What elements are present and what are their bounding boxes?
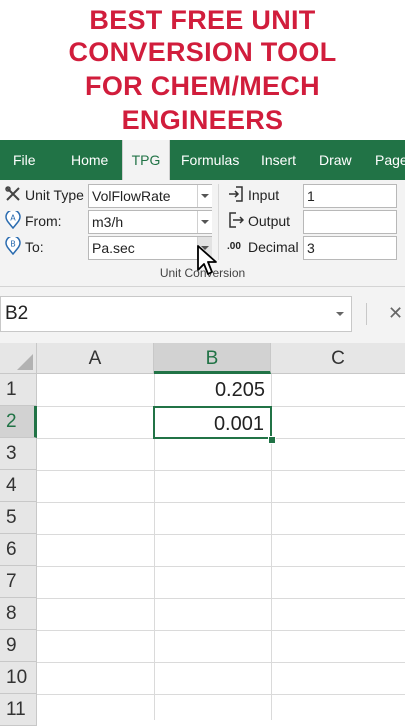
pin-a-icon: A: [5, 211, 21, 229]
cell-b1[interactable]: 0.205: [154, 374, 271, 406]
promo-header: BEST FREE UNIT CONVERSION TOOL FOR CHEM/…: [0, 0, 405, 140]
row-header-7[interactable]: 7: [0, 566, 37, 598]
tab-home[interactable]: Home: [71, 140, 108, 180]
pin-b-icon: B: [5, 237, 21, 255]
input-label: Input: [248, 187, 280, 203]
row-header-4[interactable]: 4: [0, 470, 37, 502]
from-unit-value: m3/h: [92, 214, 124, 230]
decimal-field[interactable]: 3: [303, 236, 397, 260]
unit-type-value: VolFlowRate: [92, 188, 171, 204]
ribbon-tabs: File Home TPG Formulas Insert Draw Page: [0, 140, 405, 180]
name-box[interactable]: B2: [0, 296, 352, 332]
row-header-8[interactable]: 8: [0, 598, 37, 630]
output-label: Output: [248, 213, 291, 229]
promo-line-3: FOR CHEM/MECH: [85, 71, 320, 101]
svg-text:B: B: [10, 240, 16, 249]
select-all-button[interactable]: [0, 343, 37, 374]
row-header-5[interactable]: 5: [0, 502, 37, 534]
gridline: [37, 662, 405, 663]
output-icon: [229, 212, 244, 228]
input-icon: [229, 186, 243, 202]
tab-insert[interactable]: Insert: [261, 140, 296, 180]
name-box-dropdown-icon[interactable]: [336, 312, 344, 316]
gridline: [37, 470, 405, 471]
promo-line-1: BEST FREE UNIT: [89, 5, 316, 35]
tab-file[interactable]: File: [13, 140, 36, 180]
select-all-triangle-icon: [17, 354, 33, 370]
cell-b2[interactable]: 0.001: [153, 406, 272, 439]
spreadsheet-grid: A B C 1 2 3 4 5 6 7 8 9 10 11 0.205 0.00…: [0, 343, 405, 726]
column-header-b[interactable]: B: [154, 343, 271, 374]
unit-type-label: Unit Type: [25, 187, 84, 203]
promo-line-2: CONVERSION TOOL: [68, 37, 337, 67]
gridline: [37, 502, 405, 503]
row-header-9[interactable]: 9: [0, 630, 37, 662]
to-unit-select[interactable]: Pa.sec: [88, 236, 212, 260]
decimal-label: Decimal: [248, 239, 299, 255]
column-header-a[interactable]: A: [37, 343, 154, 374]
promo-line-4: ENGINEERS: [121, 105, 284, 135]
from-unit-dropdown-button[interactable]: [197, 211, 212, 233]
formula-bar: B2 ✕: [0, 287, 405, 343]
tab-formulas[interactable]: Formulas: [181, 140, 239, 180]
cancel-icon[interactable]: ✕: [388, 303, 403, 324]
mouse-cursor-icon: [197, 245, 217, 275]
tools-icon: [5, 186, 20, 201]
unit-type-dropdown-button[interactable]: [197, 185, 212, 207]
row-header-2[interactable]: 2: [0, 406, 37, 438]
formula-bar-divider: [366, 303, 367, 325]
gridline: [37, 694, 405, 695]
input-field[interactable]: 1: [303, 184, 397, 208]
from-unit-select[interactable]: m3/h: [88, 210, 212, 234]
gridline: [37, 630, 405, 631]
tab-tpg[interactable]: TPG: [122, 140, 170, 180]
tab-page[interactable]: Page: [375, 140, 405, 180]
decimal-icon: .00: [227, 241, 241, 252]
row-header-11[interactable]: 11: [0, 694, 37, 726]
to-label: To:: [25, 239, 44, 255]
gridline: [37, 566, 405, 567]
svg-text:A: A: [10, 214, 16, 223]
from-label: From:: [25, 213, 62, 229]
row-header-1[interactable]: 1: [0, 374, 37, 406]
ribbon-unit-conversion-group: Unit Type VolFlowRate A From: m3/h B To:…: [0, 180, 405, 287]
column-header-c[interactable]: C: [271, 343, 405, 374]
row-header-6[interactable]: 6: [0, 534, 37, 566]
tab-draw[interactable]: Draw: [319, 140, 352, 180]
unit-type-select[interactable]: VolFlowRate: [88, 184, 212, 208]
fill-handle[interactable]: [268, 436, 276, 444]
row-header-3[interactable]: 3: [0, 438, 37, 470]
gridline: [37, 598, 405, 599]
gridline: [37, 534, 405, 535]
row-header-10[interactable]: 10: [0, 662, 37, 694]
output-field[interactable]: [303, 210, 397, 234]
to-unit-value: Pa.sec: [92, 240, 135, 256]
